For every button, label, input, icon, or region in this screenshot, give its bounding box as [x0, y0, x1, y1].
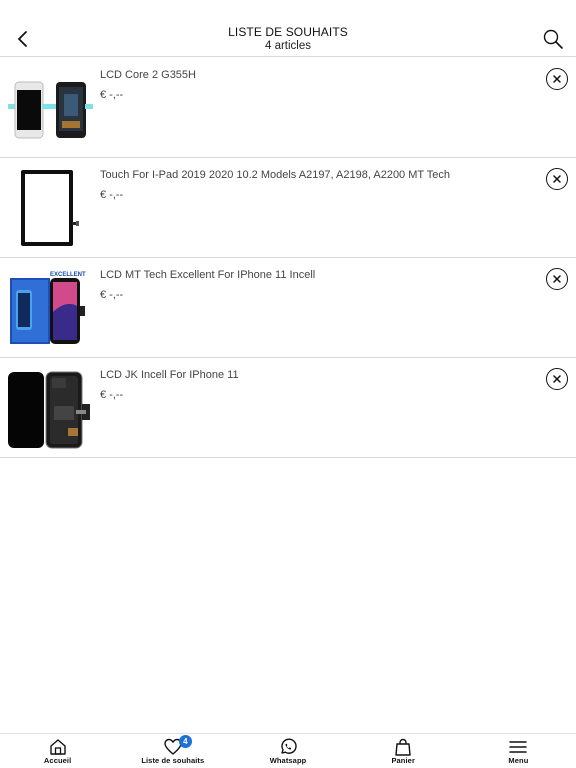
wishlist-item[interactable]: LCD JK Incell For IPhone 11 € -,--	[0, 358, 576, 458]
remove-item-button[interactable]	[546, 268, 568, 290]
top-header: LISTE DE SOUHAITS 4 articles	[0, 0, 576, 57]
product-price: € -,--	[100, 89, 124, 101]
remove-item-button[interactable]	[546, 368, 568, 390]
menu-icon	[509, 741, 528, 753]
page-title: LISTE DE SOUHAITS	[228, 25, 348, 39]
search-icon	[543, 29, 563, 49]
product-price: € -,--	[100, 289, 124, 301]
product-price: € -,--	[100, 189, 124, 201]
tab-panier[interactable]: Panier	[346, 734, 461, 768]
search-button[interactable]	[542, 28, 564, 50]
product-name[interactable]: LCD MT Tech Excellent For IPhone 11 Ince…	[100, 269, 520, 281]
remove-item-button[interactable]	[546, 68, 568, 90]
tab-menu[interactable]: Menu	[461, 734, 576, 768]
bag-icon	[395, 738, 411, 756]
wishlist-item[interactable]: Touch For I-Pad 2019 2020 10.2 Models A2…	[0, 158, 576, 258]
wishlist: LCD Core 2 G355H € -,-- Touch For I-Pad …	[0, 58, 576, 458]
close-icon	[553, 75, 561, 83]
tab-label: Panier	[391, 756, 415, 765]
tab-label: Accueil	[43, 756, 72, 765]
close-icon	[553, 275, 561, 283]
excellent-box-text: EXCELLENT	[50, 272, 86, 278]
close-icon	[553, 375, 561, 383]
whatsapp-icon	[281, 738, 297, 754]
product-name[interactable]: Touch For I-Pad 2019 2020 10.2 Models A2…	[100, 169, 520, 181]
tab-label: Whatsapp	[269, 756, 307, 765]
product-image-jk-incell	[8, 371, 90, 449]
close-icon	[553, 175, 561, 183]
wishlist-item[interactable]: LCD Core 2 G355H € -,--	[0, 58, 576, 158]
remove-item-button[interactable]	[546, 168, 568, 190]
item-count: 4 articles	[264, 40, 312, 52]
wishlist-item[interactable]: EXCELLENT LCD MT Tech Excellent For IPho…	[0, 258, 576, 358]
product-image-lcd-core2	[8, 81, 93, 139]
home-icon	[49, 739, 66, 755]
product-image-mt-excellent: EXCELLENT	[10, 272, 86, 344]
bottom-tab-bar: Accueil 4 Liste de souhaits Whatsapp Pan…	[0, 733, 576, 768]
tab-liste-de-souhaits[interactable]: 4 Liste de souhaits	[115, 734, 230, 768]
product-name[interactable]: LCD Core 2 G355H	[100, 69, 520, 81]
tab-whatsapp[interactable]: Whatsapp	[230, 734, 345, 768]
product-image-ipad-touch	[21, 170, 79, 246]
product-price: € -,--	[100, 389, 124, 401]
tab-accueil[interactable]: Accueil	[0, 734, 115, 768]
tab-label: Menu	[508, 756, 529, 765]
wishlist-count-badge: 4	[178, 735, 192, 748]
tab-label: Liste de souhaits	[141, 756, 205, 765]
product-name[interactable]: LCD JK Incell For IPhone 11	[100, 369, 520, 381]
header-titles: LISTE DE SOUHAITS 4 articles	[0, 25, 576, 53]
